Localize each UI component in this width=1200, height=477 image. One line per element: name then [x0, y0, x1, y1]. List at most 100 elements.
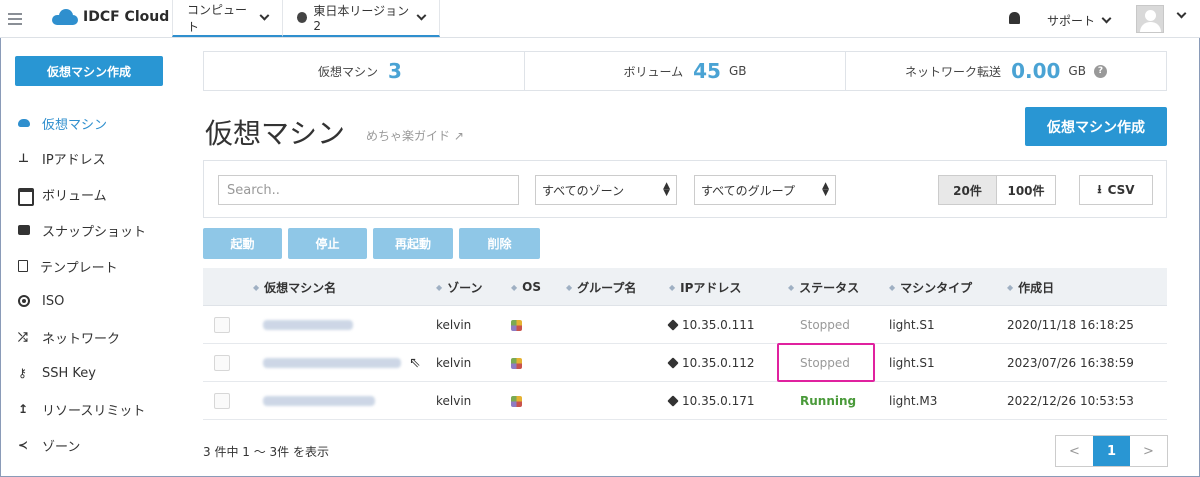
col-group[interactable]: ◆ グループ名	[566, 268, 636, 306]
table-row[interactable]: kelvin 10.35.0.171 Running light.M3 2022…	[203, 382, 1167, 420]
zone-select[interactable]: すべてのゾーン ▲ ▼	[535, 175, 677, 205]
col-type[interactable]: ◆ マシンタイプ	[889, 268, 972, 306]
col-os[interactable]: ◆ OS	[511, 268, 541, 306]
status-cell: Stopped	[800, 318, 850, 332]
nav-compute[interactable]: コンピュート	[172, 0, 282, 37]
vm-name-redacted[interactable]	[263, 382, 375, 420]
group-select[interactable]: すべてのグループ ▲ ▼	[694, 175, 836, 205]
sidebar-item-iso[interactable]: ISO	[18, 291, 64, 311]
page-title: 仮想マシン	[205, 117, 346, 150]
page-size-100-button[interactable]: 100件	[997, 176, 1055, 204]
disc-icon	[18, 295, 30, 307]
network-icon: ⊥	[18, 151, 29, 165]
start-button[interactable]: 起動	[203, 228, 282, 259]
stat-volume-value: 45	[693, 59, 721, 83]
row-checkbox[interactable]	[214, 317, 230, 333]
sidebar-item-label: ボリューム	[42, 188, 107, 204]
col-label: ステータス	[799, 280, 860, 295]
col-label: 作成日	[1018, 280, 1055, 295]
sidebar-item-label: ISO	[42, 293, 65, 309]
sidebar-item-template[interactable]: テンプレート	[18, 256, 118, 276]
col-status[interactable]: ◆ ステータス	[788, 268, 859, 306]
sidebar-item-snapshot[interactable]: スナップショット	[18, 220, 146, 240]
stat-transfer-label: ネットワーク転送	[905, 64, 1002, 79]
summary-stats: 仮想マシン 3 ボリューム 45 GB ネットワーク転送 0.00 GB ?	[203, 51, 1167, 91]
restart-button[interactable]: 再起動	[373, 228, 453, 259]
tag-icon	[667, 395, 679, 407]
sidebar-item-network[interactable]: ⤮ ネットワーク	[18, 327, 120, 347]
arrow-up-icon: ↥	[18, 402, 29, 416]
sidebar-item-resource-limit[interactable]: ↥ リソースリミット	[18, 399, 145, 419]
page-size-toggle: 20件 100件	[938, 175, 1056, 205]
sidebar-item-ip[interactable]: ⊥ IPアドレス	[18, 148, 106, 168]
sidebar-item-sshkey[interactable]: ⚷ SSH Key	[18, 363, 96, 383]
table-row[interactable]: kelvin 10.35.0.112 Stopped light.S1 2023…	[203, 344, 1167, 382]
sort-icon: ◆	[566, 282, 573, 292]
share-icon: ≺	[18, 438, 29, 452]
hdd-icon	[18, 188, 34, 206]
stat-transfer-value: 0.00	[1011, 59, 1061, 83]
csv-button[interactable]: ⭳ CSV	[1079, 175, 1153, 205]
stop-button[interactable]: 停止	[288, 228, 367, 259]
bell-icon[interactable]	[1009, 12, 1020, 24]
ip-cell: 10.35.0.171	[667, 382, 755, 420]
vm-name-redacted[interactable]	[263, 344, 401, 382]
sort-icon: ◆	[511, 282, 518, 292]
col-vm-name[interactable]: ◆ 仮想マシン名	[253, 268, 336, 306]
created-cell: 2020/11/18 16:18:25	[1007, 318, 1134, 332]
sidebar-item-volume[interactable]: ボリューム	[18, 184, 107, 206]
next-page-button[interactable]: >	[1130, 436, 1167, 466]
globe-icon	[297, 12, 308, 23]
sidebar-create-vm-button[interactable]: 仮想マシン作成	[15, 56, 163, 86]
support-menu[interactable]: サポート	[1047, 12, 1112, 29]
col-label: IPアドレス	[680, 280, 742, 295]
menu-icon[interactable]	[8, 13, 22, 28]
sidebar-item-label: SSH Key	[42, 365, 96, 381]
chevron-down-icon	[259, 10, 270, 21]
prev-page-button[interactable]: <	[1056, 436, 1093, 466]
ip-cell: 10.35.0.111	[667, 306, 755, 344]
table-row[interactable]: kelvin 10.35.0.111 Stopped light.S1 2020…	[203, 306, 1167, 344]
sort-icon: ◆	[788, 282, 795, 292]
status-cell: Running	[800, 394, 857, 408]
vm-name-redacted[interactable]	[263, 306, 353, 344]
col-label: OS	[522, 280, 541, 294]
nav-compute-label: コンピュート	[187, 2, 248, 34]
chevron-down-icon[interactable]	[1176, 8, 1187, 19]
row-checkbox[interactable]	[214, 355, 230, 371]
delete-button[interactable]: 削除	[459, 228, 540, 259]
col-ip[interactable]: ◆ IPアドレス	[669, 268, 741, 306]
help-icon[interactable]: ?	[1093, 64, 1107, 78]
guide-link[interactable]: めちゃ楽ガイド ↗	[366, 127, 464, 144]
os-icon	[511, 382, 522, 420]
sidebar-item-label: 仮想マシン	[42, 117, 108, 133]
nav-region[interactable]: 東日本リージョン2	[282, 0, 440, 37]
type-cell: light.M3	[889, 394, 938, 408]
chevron-down-icon	[1101, 13, 1112, 24]
col-zone[interactable]: ◆ ゾーン	[436, 268, 483, 306]
sidebar-item-zone[interactable]: ≺ ゾーン	[18, 435, 80, 455]
create-vm-button[interactable]: 仮想マシン作成	[1025, 107, 1167, 146]
logo[interactable]: IDCF Cloud	[52, 9, 169, 25]
tag-icon	[667, 319, 679, 331]
zone-select-value: すべてのゾーン	[542, 183, 625, 198]
sort-icon: ◆	[436, 282, 443, 292]
sidebar-item-label: IPアドレス	[42, 152, 106, 168]
page-size-20-button[interactable]: 20件	[939, 176, 997, 204]
table-header: ◆ 仮想マシン名 ◆ ゾーン ◆ OS ◆ グループ名 ◆ IPアドレス ◆ ステータス ◆…	[203, 268, 1167, 306]
search-input[interactable]	[218, 175, 519, 205]
col-label: マシンタイプ	[900, 280, 973, 295]
created-cell: 2023/07/26 16:38:59	[1007, 356, 1134, 370]
zone-cell: kelvin	[436, 356, 472, 370]
col-created[interactable]: ◆ 作成日	[1007, 268, 1054, 306]
cloud-icon	[18, 119, 30, 127]
page-1-button[interactable]: 1	[1093, 436, 1130, 466]
col-label: グループ名	[577, 280, 637, 295]
row-checkbox[interactable]	[214, 393, 230, 409]
camera-icon	[18, 225, 30, 235]
sidebar-item-vm[interactable]: 仮想マシン	[18, 113, 107, 133]
group-select-value: すべてのグループ	[701, 183, 795, 198]
document-icon	[18, 260, 28, 272]
zone-cell: kelvin	[436, 394, 472, 408]
avatar[interactable]	[1136, 5, 1164, 33]
